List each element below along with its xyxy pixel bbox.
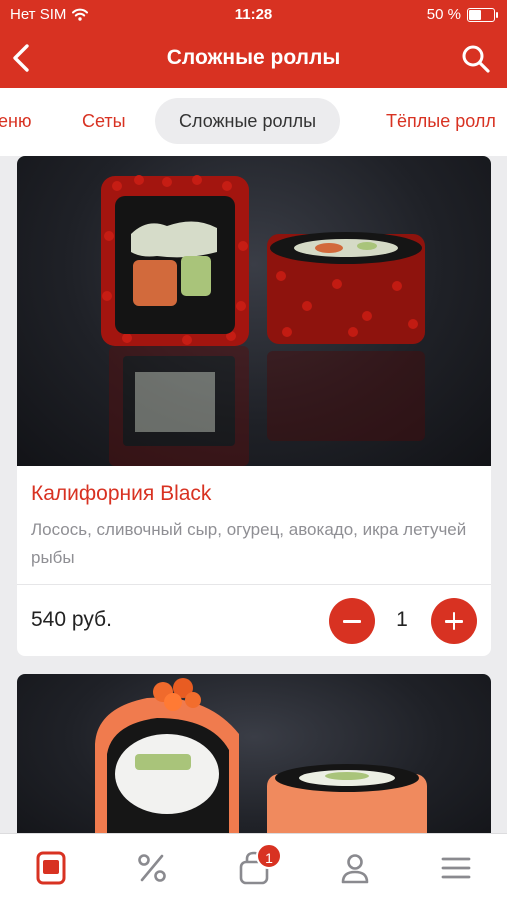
sushi-roll-image (101, 175, 425, 466)
navbar: Сложные роллы (0, 30, 507, 88)
sushi-roll-image (95, 678, 427, 854)
battery-icon (467, 7, 498, 22)
profile-icon (341, 854, 369, 884)
tab-menu[interactable]: еню (0, 98, 31, 144)
increase-quantity-button[interactable] (431, 598, 477, 644)
quantity-value: 1 (396, 608, 408, 631)
app-header: Нет SIM 11:28 50 % Сложные роллы (0, 0, 507, 88)
battery-level (469, 9, 481, 20)
nav-menu-button[interactable] (33, 850, 69, 886)
page-title: Сложные роллы (166, 46, 341, 69)
nav-more-button[interactable] (438, 850, 474, 886)
battery-percent: 50 % (426, 6, 461, 23)
card-divider (17, 584, 491, 585)
product-card[interactable]: Калифорния Black Лосось, сливочный сыр, … (17, 156, 491, 656)
product-price: 540 руб. (31, 608, 112, 631)
tab-complex-rolls[interactable]: Сложные роллы (155, 98, 341, 144)
cart-badge: 1 (256, 843, 282, 869)
tab-warm-rolls[interactable]: Тёплые ролл (386, 98, 496, 144)
product-image[interactable] (17, 674, 491, 854)
minus-icon (343, 620, 361, 623)
product-description: Лосось, сливочный сыр, огурец, авокадо, … (31, 520, 467, 567)
search-icon (462, 45, 490, 73)
nav-profile-button[interactable] (337, 850, 373, 886)
menu-card-icon (36, 851, 66, 885)
bottom-navigation: 1 (0, 833, 507, 900)
category-tabs: еню Сеты Сложные роллы Тёплые ролл (0, 88, 507, 156)
search-button[interactable] (461, 44, 491, 74)
hamburger-menu-icon (441, 857, 471, 879)
product-name: Калифорния Black (31, 482, 212, 505)
status-bar: Нет SIM 11:28 50 % (0, 0, 507, 30)
product-image[interactable] (17, 156, 491, 466)
discount-percent-icon (138, 854, 166, 882)
decrease-quantity-button[interactable] (329, 598, 375, 644)
status-right: 50 % (426, 6, 498, 23)
tab-sets[interactable]: Сеты (82, 98, 126, 144)
nav-discounts-button[interactable] (134, 850, 170, 886)
product-card[interactable] (17, 674, 491, 854)
